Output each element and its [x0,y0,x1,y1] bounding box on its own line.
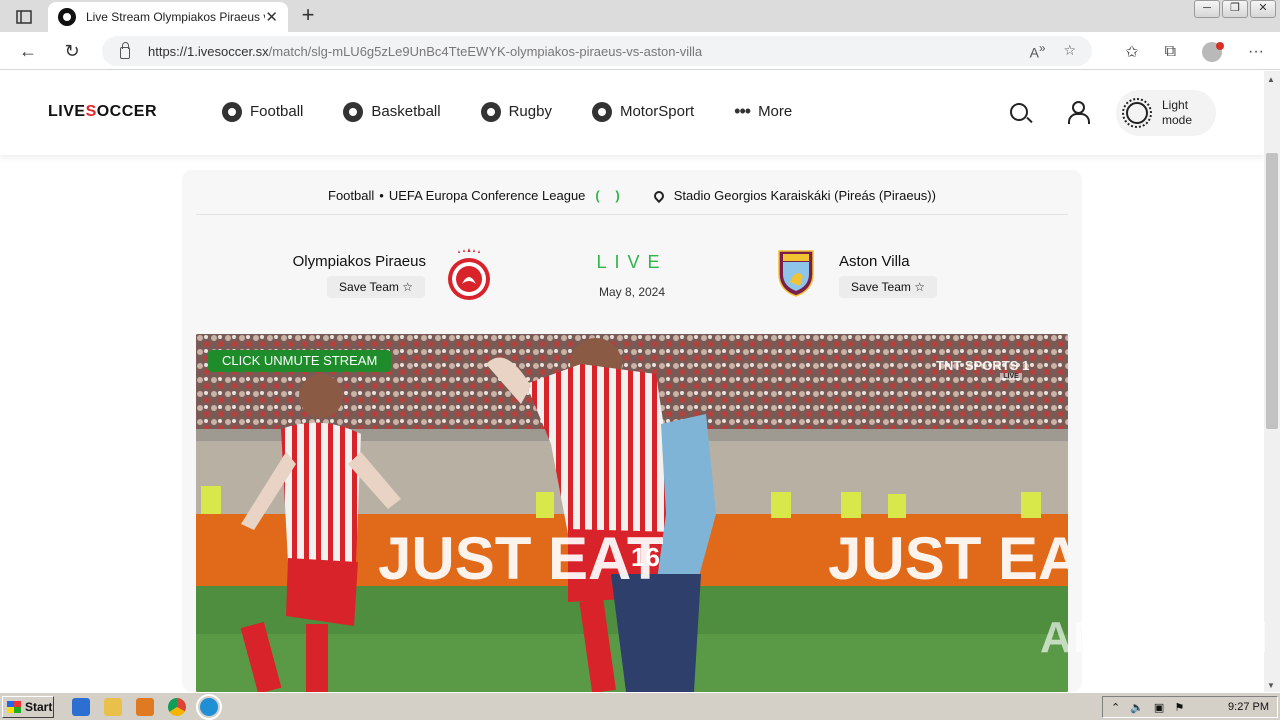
url-actions: A» ☆ [1030,42,1076,61]
video-frame-image: 16 JUST EAT JUST EAT [196,334,1068,692]
url-path: /match/slg-mLU6g5zLe9UnBc4TteEWYK-olympi… [268,43,703,59]
match-status-live: LIVE [596,252,668,272]
nav-label: MotorSport [619,103,695,120]
tray-expand-icon[interactable]: ⌃ [1111,701,1120,714]
ad-board-text: JUST EAT [828,525,1068,592]
sun-icon [1122,98,1152,128]
page-scrollbar[interactable]: ▲ ▼ [1264,71,1280,692]
read-aloud-icon[interactable]: A» [1030,42,1046,61]
user-account-icon[interactable] [1068,101,1090,124]
save-away-team-button[interactable]: Save Team ☆ [839,276,937,298]
olympiakos-crest-icon[interactable] [446,248,492,302]
competition-paren: ( ) [595,188,626,203]
aston-villa-crest-icon[interactable] [776,248,816,298]
divider [196,214,1068,215]
nav-item-motorsport[interactable]: MotorSport [591,101,695,122]
favorites-icon[interactable]: ✩ [1125,42,1138,62]
separator: • [379,188,384,203]
browser-toolbar-icons: ✩ ⧉ ··· [1125,42,1264,62]
address-toolbar: ← ↻ https://1.ivesoccer.sx/match/slg-mLU… [0,32,1280,70]
nav-item-football[interactable]: Football [222,101,304,122]
volume-icon[interactable]: 🔈 [1130,701,1144,714]
nav-item-basketball[interactable]: Basketball [343,101,441,122]
start-button[interactable]: Start [2,695,54,718]
sport-label[interactable]: Football [328,188,374,203]
football-icon [222,101,242,122]
flag-icon[interactable]: ⚑ [1174,701,1184,714]
light-mode-toggle[interactable]: Light mode [1116,90,1216,136]
window-controls: ─ ❐ ✕ [1192,0,1276,18]
back-arrow-icon[interactable]: ← [16,39,40,63]
rugby-icon [480,101,501,122]
nav-label: More [758,103,793,120]
match-date: May 8, 2024 [598,285,666,299]
windows-logo-icon [7,700,21,713]
minimize-button[interactable]: ─ [1194,0,1220,18]
competition-label[interactable]: UEFA Europa Conference League [389,188,586,203]
settings-menu-icon[interactable]: ··· [1248,43,1264,61]
venue-label: Stadio Georgios Karaiskáki (Pireás (Pira… [673,188,936,203]
windows-taskbar: Start ⌃ 🔈 ▣ ⚑ 9:27 PM [0,692,1280,720]
mode-label: Light mode [1162,98,1193,127]
main-nav: Football Basketball Rugby MotorSport •••… [222,101,832,122]
media-player-icon[interactable] [136,697,154,716]
network-icon[interactable]: ▣ [1154,701,1164,714]
away-team-name[interactable]: Aston Villa [839,253,910,270]
file-explorer-icon[interactable] [104,697,122,716]
nav-label: Basketball [371,103,441,120]
chrome-icon[interactable] [168,697,186,716]
internet-explorer-icon[interactable] [72,697,90,716]
url-host: https://1.ivesoccer.sx [148,43,269,59]
scroll-thumb[interactable] [1266,153,1278,429]
broadcaster-name: TNT SPORTS 1 [936,358,1030,373]
edge-icon[interactable] [196,693,222,720]
refresh-icon[interactable]: ↻ [60,39,84,63]
logo-suffix: OCCER [96,103,158,120]
profile-avatar[interactable] [1202,42,1225,62]
broadcaster-live-badge: LIVE [1000,373,1022,380]
scroll-up-arrow-icon[interactable]: ▲ [1267,75,1275,84]
nav-item-rugby[interactable]: Rugby [480,101,552,122]
location-pin-icon [651,188,666,203]
soccer-ball-favicon-icon [58,8,76,26]
video-player[interactable]: 16 JUST EAT JUST EAT CLICK UNMUTE STREAM… [196,334,1068,692]
url-input[interactable]: https://1.ivesoccer.sx/match/slg-mLU6g5z… [102,36,1092,66]
logo-highlight: S [85,103,97,120]
more-dots-icon: ••• [734,101,751,121]
home-team-name[interactable]: Olympiakos Piraeus [286,253,426,270]
close-window-button[interactable]: ✕ [1250,0,1276,18]
unmute-stream-button[interactable]: CLICK UNMUTE STREAM [208,350,392,372]
basketball-icon [343,101,364,122]
save-home-team-button[interactable]: Save Team ☆ [327,276,425,298]
browser-tab[interactable]: Live Stream Olympiakos Piraeus vs Aston … [48,2,288,32]
new-tab-button[interactable]: + [296,4,320,28]
logo-prefix: LIVE [48,103,86,120]
motorsport-icon [591,101,612,122]
scroll-down-arrow-icon[interactable]: ▼ [1267,681,1275,690]
match-info-line: Football • UEFA Europa Conference League… [182,188,1082,203]
clock: 9:27 PM [1228,701,1269,713]
match-card: Football • UEFA Europa Conference League… [182,170,1082,692]
anyrun-watermark: ANY▷RUN [1040,613,1270,662]
site-logo[interactable]: LIVESOCCER [48,103,157,121]
add-favorite-icon[interactable]: ☆ [1063,42,1076,61]
nav-item-more[interactable]: ••• More [734,101,792,122]
nav-label: Football [250,103,304,120]
site-header: LIVESOCCER Football Basketball Rugby Mot… [0,71,1264,155]
broadcaster-logo: TNT SPORTS 1 LIVE [936,358,1029,380]
tab-title: Live Stream Olympiakos Piraeus vs Aston … [85,10,265,24]
start-label: Start [25,699,53,714]
restore-button[interactable]: ❐ [1222,0,1248,18]
url-text: https://1.ivesoccer.sx/match/slg-mLU6g5z… [148,44,702,59]
search-icon[interactable] [1010,103,1028,121]
collections-icon[interactable]: ⧉ [1165,43,1176,61]
tab-actions-icon[interactable] [10,6,38,28]
system-tray: ⌃ 🔈 ▣ ⚑ 9:27 PM [1102,696,1278,718]
browser-tab-bar: Live Stream Olympiakos Piraeus vs Aston … [0,0,1280,32]
nav-label: Rugby [508,103,552,120]
ad-board-text: JUST EAT [378,525,664,592]
tab-close-icon[interactable]: ✕ [265,8,278,26]
lock-icon[interactable] [120,41,130,59]
